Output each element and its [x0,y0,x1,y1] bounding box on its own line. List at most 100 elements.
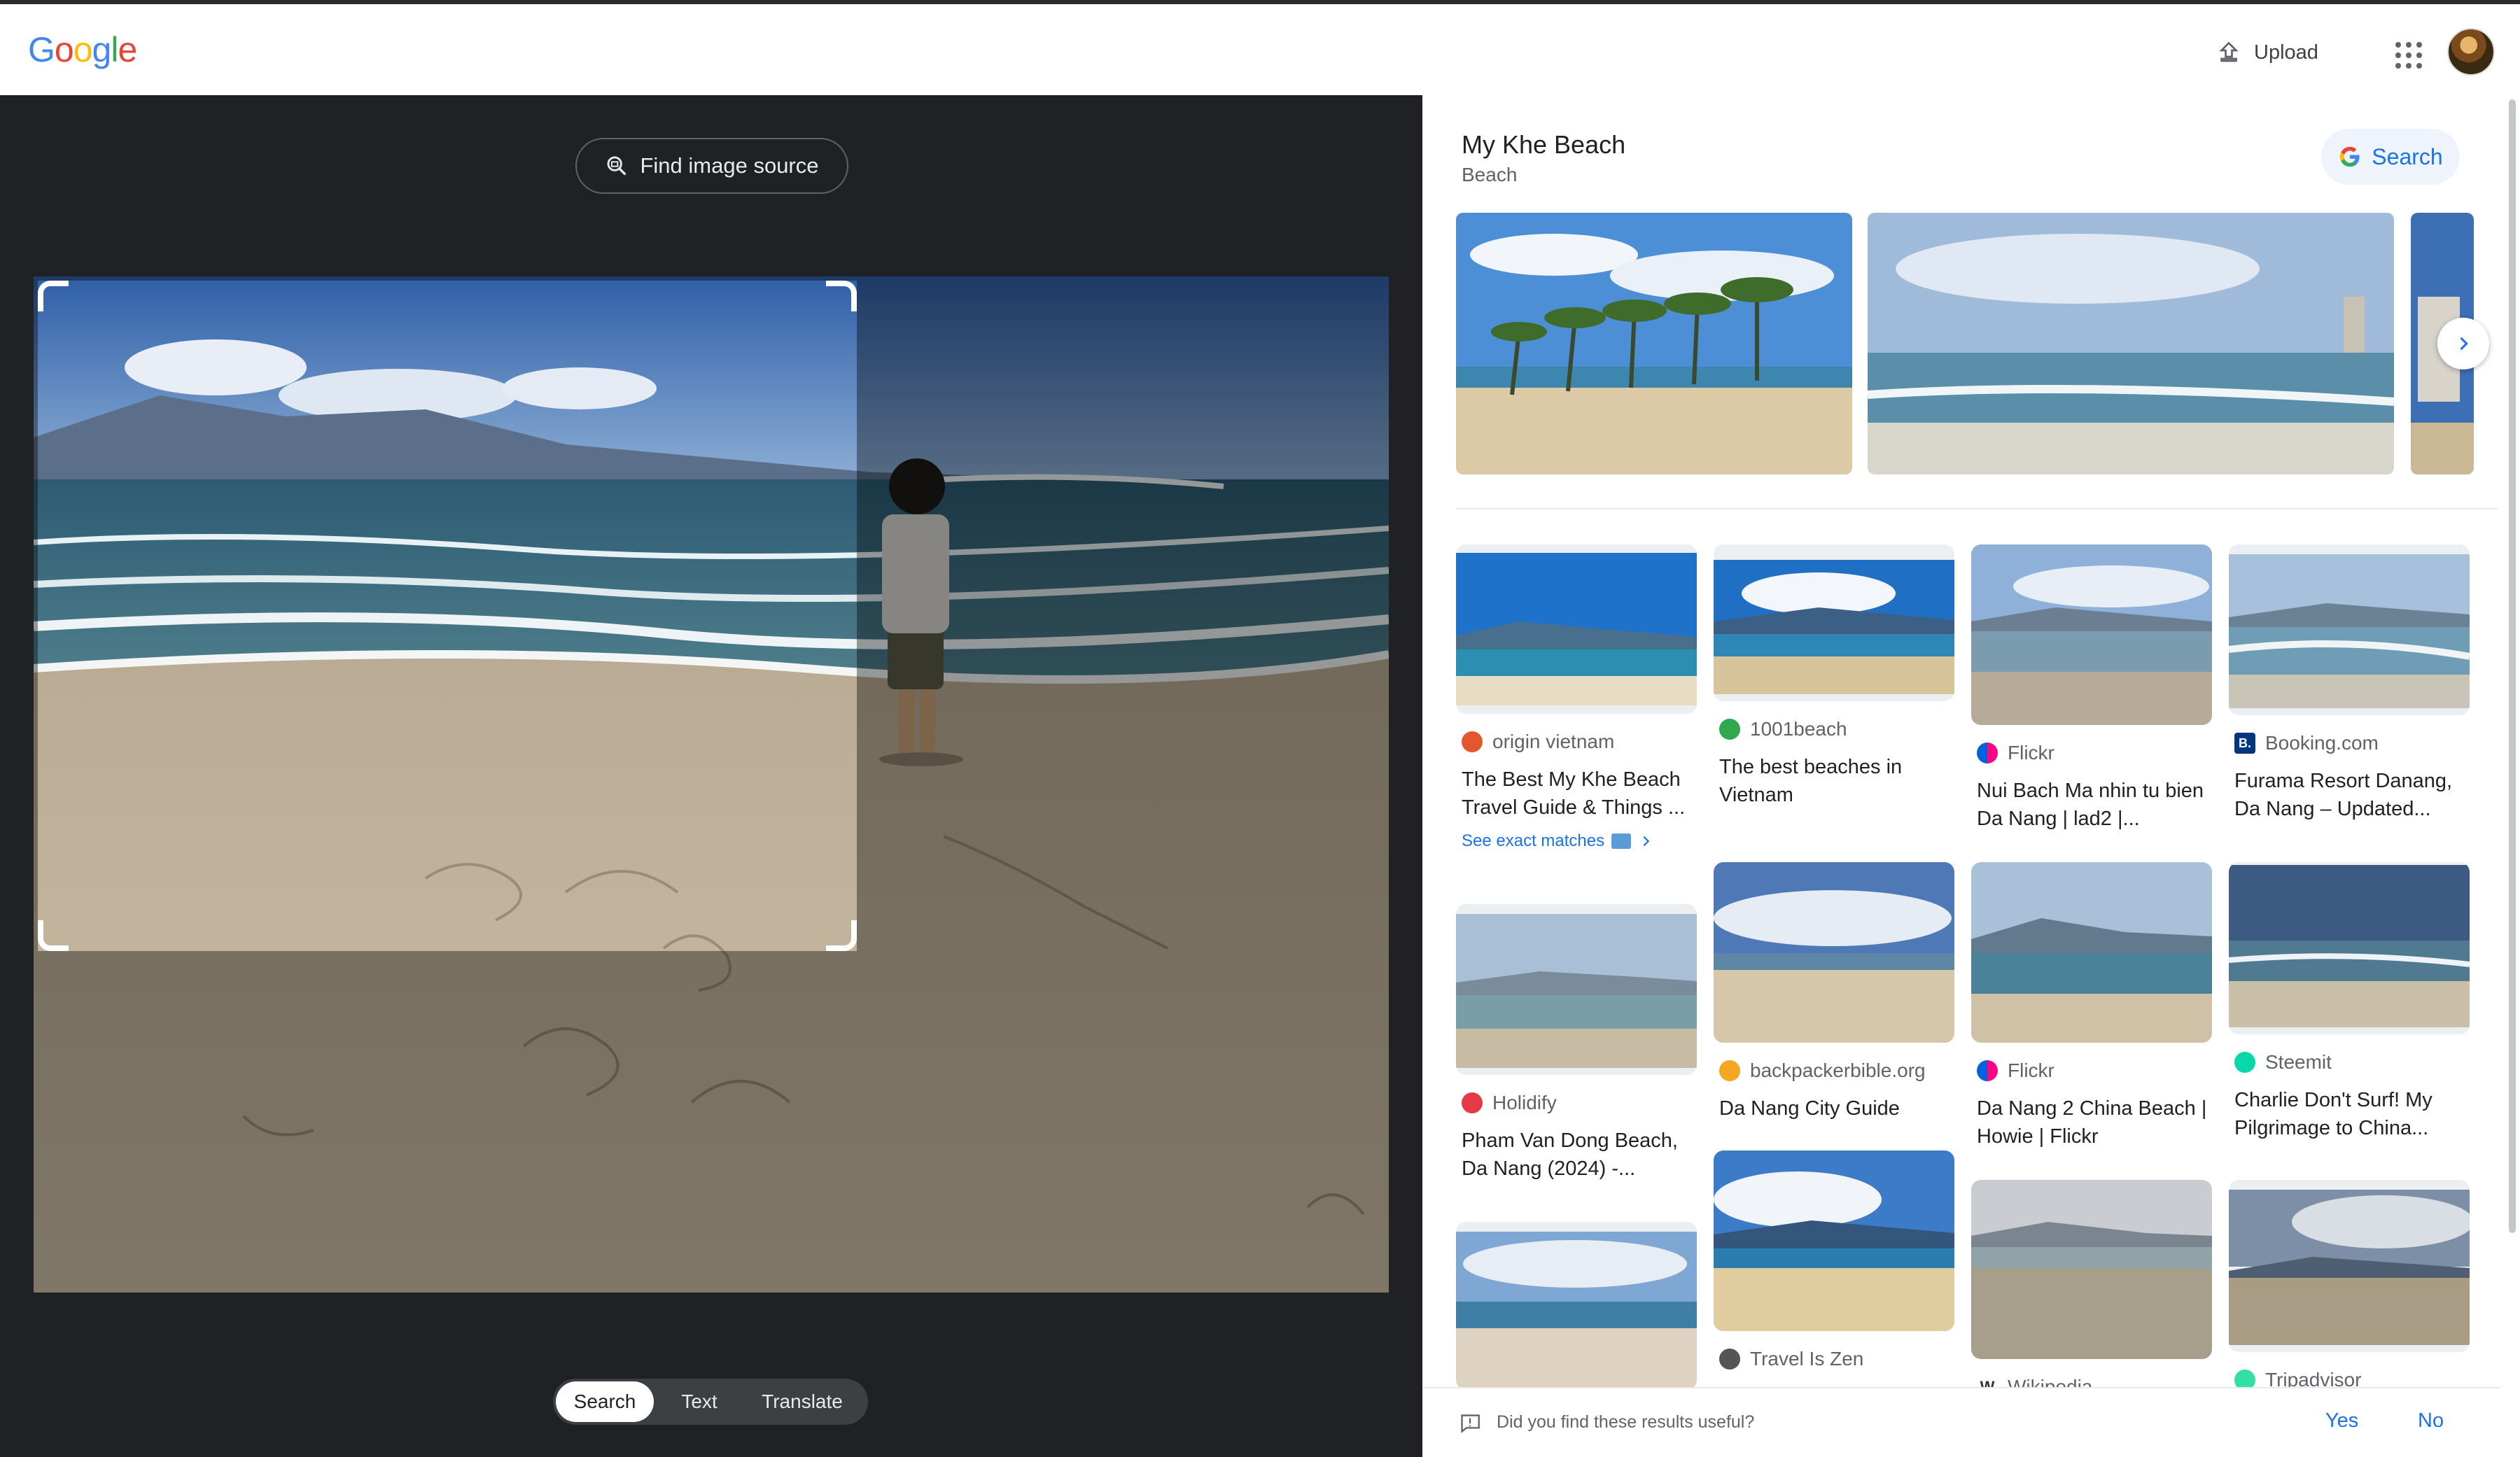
result-thumbnail [2229,544,2470,715]
chevron-right-icon [1643,836,1650,847]
entity-search-label: Search [2372,143,2443,169]
source-favicon-icon [1977,1060,1998,1081]
entity-title: My Khe Beach [1462,130,1626,159]
result-source: Flickr [1971,742,2212,764]
source-favicon-icon [1462,1092,1483,1113]
result-card[interactable]: 1001beach The best beaches in Vietnam [1714,544,1954,809]
result-title: Furama Resort Danang, Da Nang – Updated.… [2234,770,2453,820]
logo-letter: e [118,30,137,69]
tab-search[interactable]: Search [556,1381,654,1422]
feedback-bar: Did you find these results useful? Yes N… [1422,1387,2500,1457]
logo-letter: g [92,30,112,69]
tab-text[interactable]: Text [654,1381,745,1422]
result-source: W Wikipedia [1971,1376,2212,1387]
result-thumbnail [1456,544,1697,714]
account-avatar[interactable] [2447,28,2495,76]
result-card[interactable]: Tripadvisor [2229,1180,2470,1387]
source-favicon-icon: B. [2234,733,2255,754]
result-source: backpackerbible.org [1714,1060,1954,1082]
upload-label: Upload [2254,41,2318,64]
mode-tabs: Search Text Translate [553,1379,868,1425]
crop-handle-bottom-right[interactable] [826,920,857,951]
logo-letter: o [54,30,74,69]
result-title: The best beaches in Vietnam [1719,756,1903,806]
feedback-no-button[interactable]: No [2418,1409,2444,1433]
result-card[interactable]: origin vietnam The Best My Khe Beach Tra… [1456,544,1697,851]
result-card[interactable]: Travel Is Zen [1714,1150,1954,1370]
result-card[interactable]: W Wikipedia [1971,1180,2212,1387]
logo-letter: l [111,30,118,69]
result-card[interactable]: Holidify Pham Van Dong Beach, Da Nang (2… [1456,904,1697,1183]
logo-letter: G [28,30,55,69]
result-card[interactable]: Steemit Charlie Don't Surf! My Pilgrimag… [2229,862,2470,1142]
result-card[interactable]: Flickr Nui Bach Ma nhin tu bien Da Nang … [1971,544,2212,833]
result-thumbnail [1971,544,2212,725]
upload-icon [2219,41,2239,62]
result-thumbnail [1714,862,1954,1043]
result-title: Da Nang City Guide [1719,1097,1900,1120]
crop-handle-top-left[interactable] [38,281,69,311]
divider [1456,508,2498,509]
result-thumbnail [1971,862,2212,1043]
crop-frame[interactable] [38,281,857,951]
source-favicon-icon [2234,1052,2255,1073]
result-source: 1001beach [1714,718,1954,740]
result-card[interactable] [1456,1222,1697,1387]
upload-button[interactable]: Upload [2204,29,2331,76]
result-source: Travel Is Zen [1714,1348,1954,1370]
result-source: origin vietnam [1456,731,1697,753]
feedback-icon [1461,1414,1480,1433]
exact-match-thumb-icon [1611,833,1632,849]
source-favicon-icon: W [1977,1377,1998,1387]
result-thumbnail [1714,544,1954,701]
result-source: B. Booking.com [2229,732,2470,754]
source-favicon-icon [1719,719,1740,740]
feedback-yes-button[interactable]: Yes [2325,1409,2358,1433]
source-favicon-icon [1977,742,1998,763]
find-image-source-button[interactable]: Find image source [575,138,848,194]
entity-image[interactable] [1868,213,2394,474]
entity-search-button[interactable]: Search [2321,129,2460,185]
result-title: The Best My Khe Beach Travel Guide & Thi… [1462,768,1686,819]
query-photo [34,276,1389,1293]
result-card[interactable]: B. Booking.com Furama Resort Danang, Da N… [2229,544,2470,823]
source-favicon-icon [1719,1349,1740,1370]
results-scroll-area: My Khe Beach Beach Search origin vietnam… [1422,95,2520,1387]
results-scrollbar[interactable] [2505,95,2520,1457]
result-title: Da Nang 2 China Beach | Howie | Flickr [1977,1097,2207,1148]
see-exact-matches-link[interactable]: See exact matches [1456,831,1697,851]
result-thumbnail [1456,1222,1697,1387]
find-image-source-label: Find image source [640,153,819,178]
source-favicon-icon [1719,1060,1740,1081]
entity-subtitle: Beach [1462,164,1518,185]
crop-handle-top-right[interactable] [826,281,857,311]
image-viewer: Find image source Search Text Translate [0,95,1422,1457]
result-source: Flickr [1971,1060,2212,1082]
google-apps-icon[interactable] [2388,35,2425,71]
result-thumbnail [1971,1180,2212,1359]
source-favicon-icon [2234,1370,2255,1387]
scrollbar-thumb[interactable] [2509,99,2516,1233]
result-thumbnail [2229,1180,2470,1352]
result-source: Tripadvisor [2229,1369,2470,1387]
result-thumbnail [1456,904,1697,1075]
result-thumbnail [1714,1150,1954,1331]
feedback-question: Did you find these results useful? [1497,1412,1755,1432]
next-images-button[interactable] [2437,318,2489,369]
result-title: Pham Van Dong Beach, Da Nang (2024) -... [1462,1129,1678,1180]
header: Google Upload [0,4,2520,95]
results-panel: My Khe Beach Beach Search origin vietnam… [1422,95,2520,1457]
chevron-right-icon [2460,337,2468,351]
tab-translate[interactable]: Translate [745,1381,860,1422]
result-title: Nui Bach Ma nhin tu bien Da Nang | lad2 … [1977,780,2204,830]
google-logo[interactable]: Google [28,29,137,70]
result-title: Charlie Don't Surf! My Pilgrimage to Chi… [2234,1089,2432,1139]
result-source: Holidify [1456,1092,1697,1114]
result-thumbnail [2229,862,2470,1034]
source-favicon-icon [1462,731,1483,752]
crop-handle-bottom-left[interactable] [38,920,69,951]
entity-image[interactable] [1456,213,1852,474]
result-card[interactable]: backpackerbible.org Da Nang City Guide [1714,862,1954,1122]
logo-letter: o [73,30,93,69]
result-card[interactable]: Flickr Da Nang 2 China Beach | Howie | F… [1971,862,2212,1150]
